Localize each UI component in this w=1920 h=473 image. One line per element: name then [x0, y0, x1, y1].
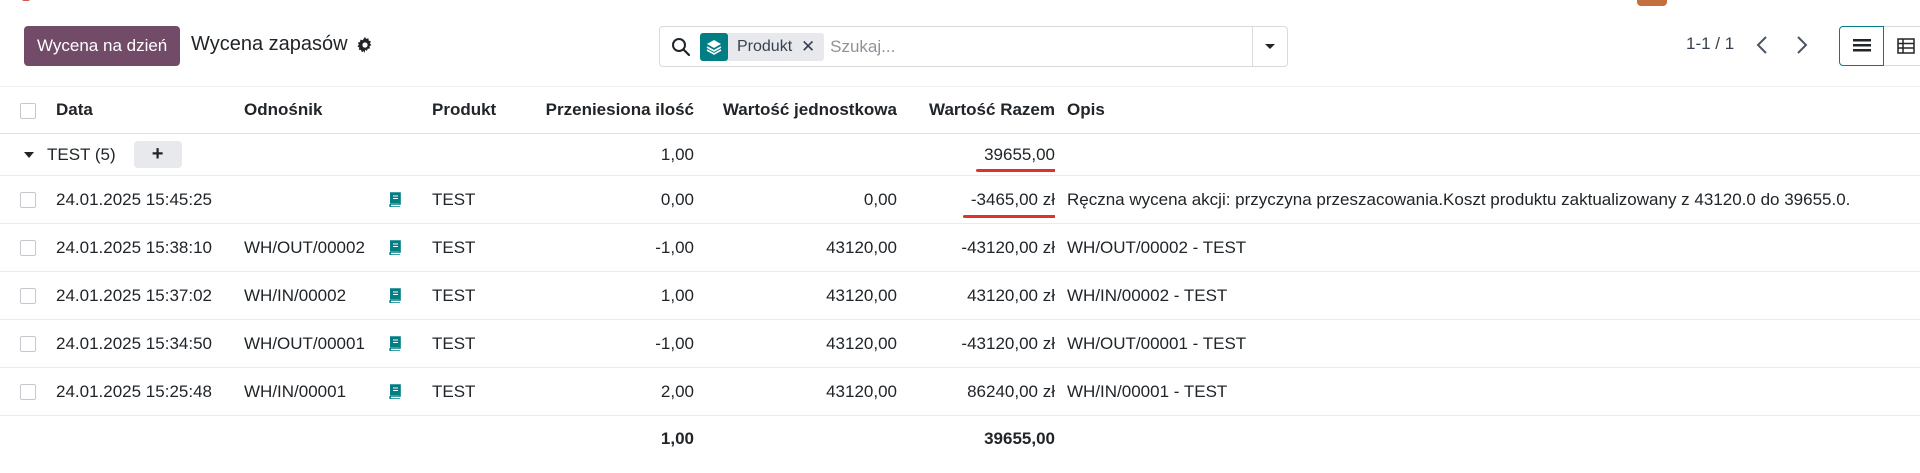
cell-quantity: -1,00: [655, 237, 694, 257]
cell-total-value: 43120,00 zł: [967, 285, 1055, 305]
red-underline: [962, 214, 1055, 218]
book-icon[interactable]: [388, 272, 432, 320]
valuation-at-date-button[interactable]: Wycena na dzień: [24, 26, 181, 66]
cell-quantity: -1,00: [655, 333, 694, 353]
group-row[interactable]: TEST (5) + 1,00 39655,00: [0, 133, 1920, 176]
column-header-quantity[interactable]: Przeniesiona ilość: [544, 87, 694, 134]
user-avatar[interactable]: [1637, 0, 1667, 6]
book-icon[interactable]: [388, 368, 432, 416]
cell-total-value: -43120,00 zł: [961, 333, 1055, 353]
app-badge: [22, 0, 30, 1]
cell-unit-value: 43120,00: [826, 333, 897, 353]
pager-value[interactable]: 1-1 / 1: [1686, 34, 1734, 54]
table-row[interactable]: 24.01.2025 15:34:50 WH/OUT/00001 TEST -1…: [0, 320, 1920, 368]
cell-description: WH/IN/00002 - TEST: [1067, 285, 1228, 305]
cell-product: TEST: [432, 189, 476, 209]
group-add-button[interactable]: +: [133, 141, 182, 168]
group-header[interactable]: TEST (5) +: [0, 134, 388, 176]
page-title-text: Wycena zapasów: [191, 33, 348, 55]
caret-down-icon[interactable]: [24, 151, 34, 158]
row-checkbox[interactable]: [0, 224, 56, 272]
group-quantity: 1,00: [660, 144, 694, 164]
column-header-description[interactable]: Opis: [1055, 87, 1920, 134]
view-switcher: [1839, 26, 1920, 66]
row-total-highlight: -3465,00 zł: [962, 189, 1055, 218]
chevron-right-icon[interactable]: [1792, 34, 1812, 56]
chevron-left-icon[interactable]: [1752, 34, 1772, 56]
column-header-spacer: [388, 87, 432, 134]
column-header-unit-value[interactable]: Wartość jednostkowa: [694, 87, 897, 134]
list-view-icon[interactable]: [1839, 26, 1884, 66]
column-header-reference[interactable]: Odnośnik: [244, 87, 388, 134]
cell-date: 24.01.2025 15:37:02: [56, 285, 212, 305]
row-checkbox[interactable]: [0, 368, 56, 416]
cell-unit-value: 43120,00: [826, 381, 897, 401]
cell-reference: WH/IN/00002: [244, 285, 347, 305]
red-underline: [976, 168, 1055, 172]
cell-description: WH/OUT/00002 - TEST: [1067, 237, 1247, 257]
table-row[interactable]: 24.01.2025 15:25:48 WH/IN/00001 TEST 2,0…: [0, 368, 1920, 416]
book-icon[interactable]: [388, 320, 432, 368]
cell-unit-value: 43120,00: [826, 237, 897, 257]
group-total-cell: 39655,00: [897, 134, 1055, 176]
facet-remove-icon[interactable]: ✕: [798, 37, 818, 57]
page-title: Wycena zapasów: [191, 33, 373, 56]
column-header-date[interactable]: Data: [56, 87, 244, 134]
cell-reference: [244, 176, 388, 224]
group-label: TEST (5): [47, 144, 116, 164]
stock-valuation-table: Data Odnośnik Produkt Przeniesiona ilość…: [0, 86, 1920, 462]
group-total-highlight: 39655,00: [976, 144, 1055, 172]
group-total: 39655,00: [984, 144, 1055, 164]
cell-date: 24.01.2025 15:25:48: [56, 381, 212, 401]
layers-icon: [700, 32, 728, 61]
table-row[interactable]: 24.01.2025 15:37:02 WH/IN/00002 TEST 1,0…: [0, 272, 1920, 320]
search-facet-product: Produkt ✕: [700, 32, 825, 61]
cell-product: TEST: [432, 237, 476, 257]
row-checkbox[interactable]: [0, 272, 56, 320]
footer-total: 39655,00: [984, 428, 1055, 448]
table-header: Data Odnośnik Produkt Przeniesiona ilość…: [0, 86, 1920, 134]
cell-quantity: 2,00: [660, 381, 694, 401]
book-icon[interactable]: [388, 176, 432, 224]
gear-icon[interactable]: [356, 36, 373, 53]
cell-total-value: -3465,00 zł: [897, 176, 1055, 224]
cell-reference: WH/IN/00001: [244, 381, 347, 401]
table-footer: 1,00 39655,00: [0, 416, 1920, 462]
footer-quantity: 1,00: [660, 428, 694, 448]
cell-date: 24.01.2025 15:45:25: [56, 189, 212, 209]
cell-product: TEST: [432, 333, 476, 353]
cell-description: WH/OUT/00001 - TEST: [1067, 333, 1247, 353]
table-row[interactable]: 24.01.2025 15:38:10 WH/OUT/00002 TEST -1…: [0, 224, 1920, 272]
row-checkbox[interactable]: [0, 176, 56, 224]
cell-product: TEST: [432, 381, 476, 401]
cell-description: WH/IN/00001 - TEST: [1067, 381, 1228, 401]
cell-date: 24.01.2025 15:38:10: [56, 237, 212, 257]
caret-down-icon: [1265, 43, 1275, 49]
book-icon[interactable]: [388, 224, 432, 272]
select-all-checkbox[interactable]: [0, 87, 56, 134]
cell-reference: WH/OUT/00002: [244, 237, 365, 257]
cell-description: Ręczna wycena akcji: przyczyna przeszaco…: [1067, 189, 1851, 209]
search-bar: Produkt ✕: [659, 26, 1288, 67]
row-total: -3465,00 zł: [970, 189, 1055, 209]
cell-reference: WH/OUT/00001: [244, 333, 365, 353]
column-header-product[interactable]: Produkt: [432, 87, 544, 134]
cell-unit-value: 43120,00: [826, 285, 897, 305]
search-input[interactable]: [830, 36, 1252, 57]
cell-date: 24.01.2025 15:34:50: [56, 333, 212, 353]
cell-total-value: 86240,00 zł: [967, 381, 1055, 401]
pivot-view-icon[interactable]: [1884, 26, 1920, 66]
cell-unit-value: 0,00: [863, 189, 897, 209]
cell-product: TEST: [432, 285, 476, 305]
table-row[interactable]: 24.01.2025 15:45:25 TEST 0,00 0,00 -3465…: [0, 176, 1920, 224]
facet-label: Produkt: [737, 37, 793, 55]
search-icon[interactable]: [670, 36, 692, 58]
cell-quantity: 0,00: [660, 189, 694, 209]
search-options-toggle[interactable]: [1252, 27, 1287, 66]
cell-total-value: -43120,00 zł: [961, 237, 1055, 257]
control-panel: Wycena na dzień Wycena zapasów Produkt ✕…: [0, 0, 1920, 86]
column-header-total-value[interactable]: Wartość Razem: [897, 87, 1055, 134]
cell-quantity: 1,00: [660, 285, 694, 305]
row-checkbox[interactable]: [0, 320, 56, 368]
